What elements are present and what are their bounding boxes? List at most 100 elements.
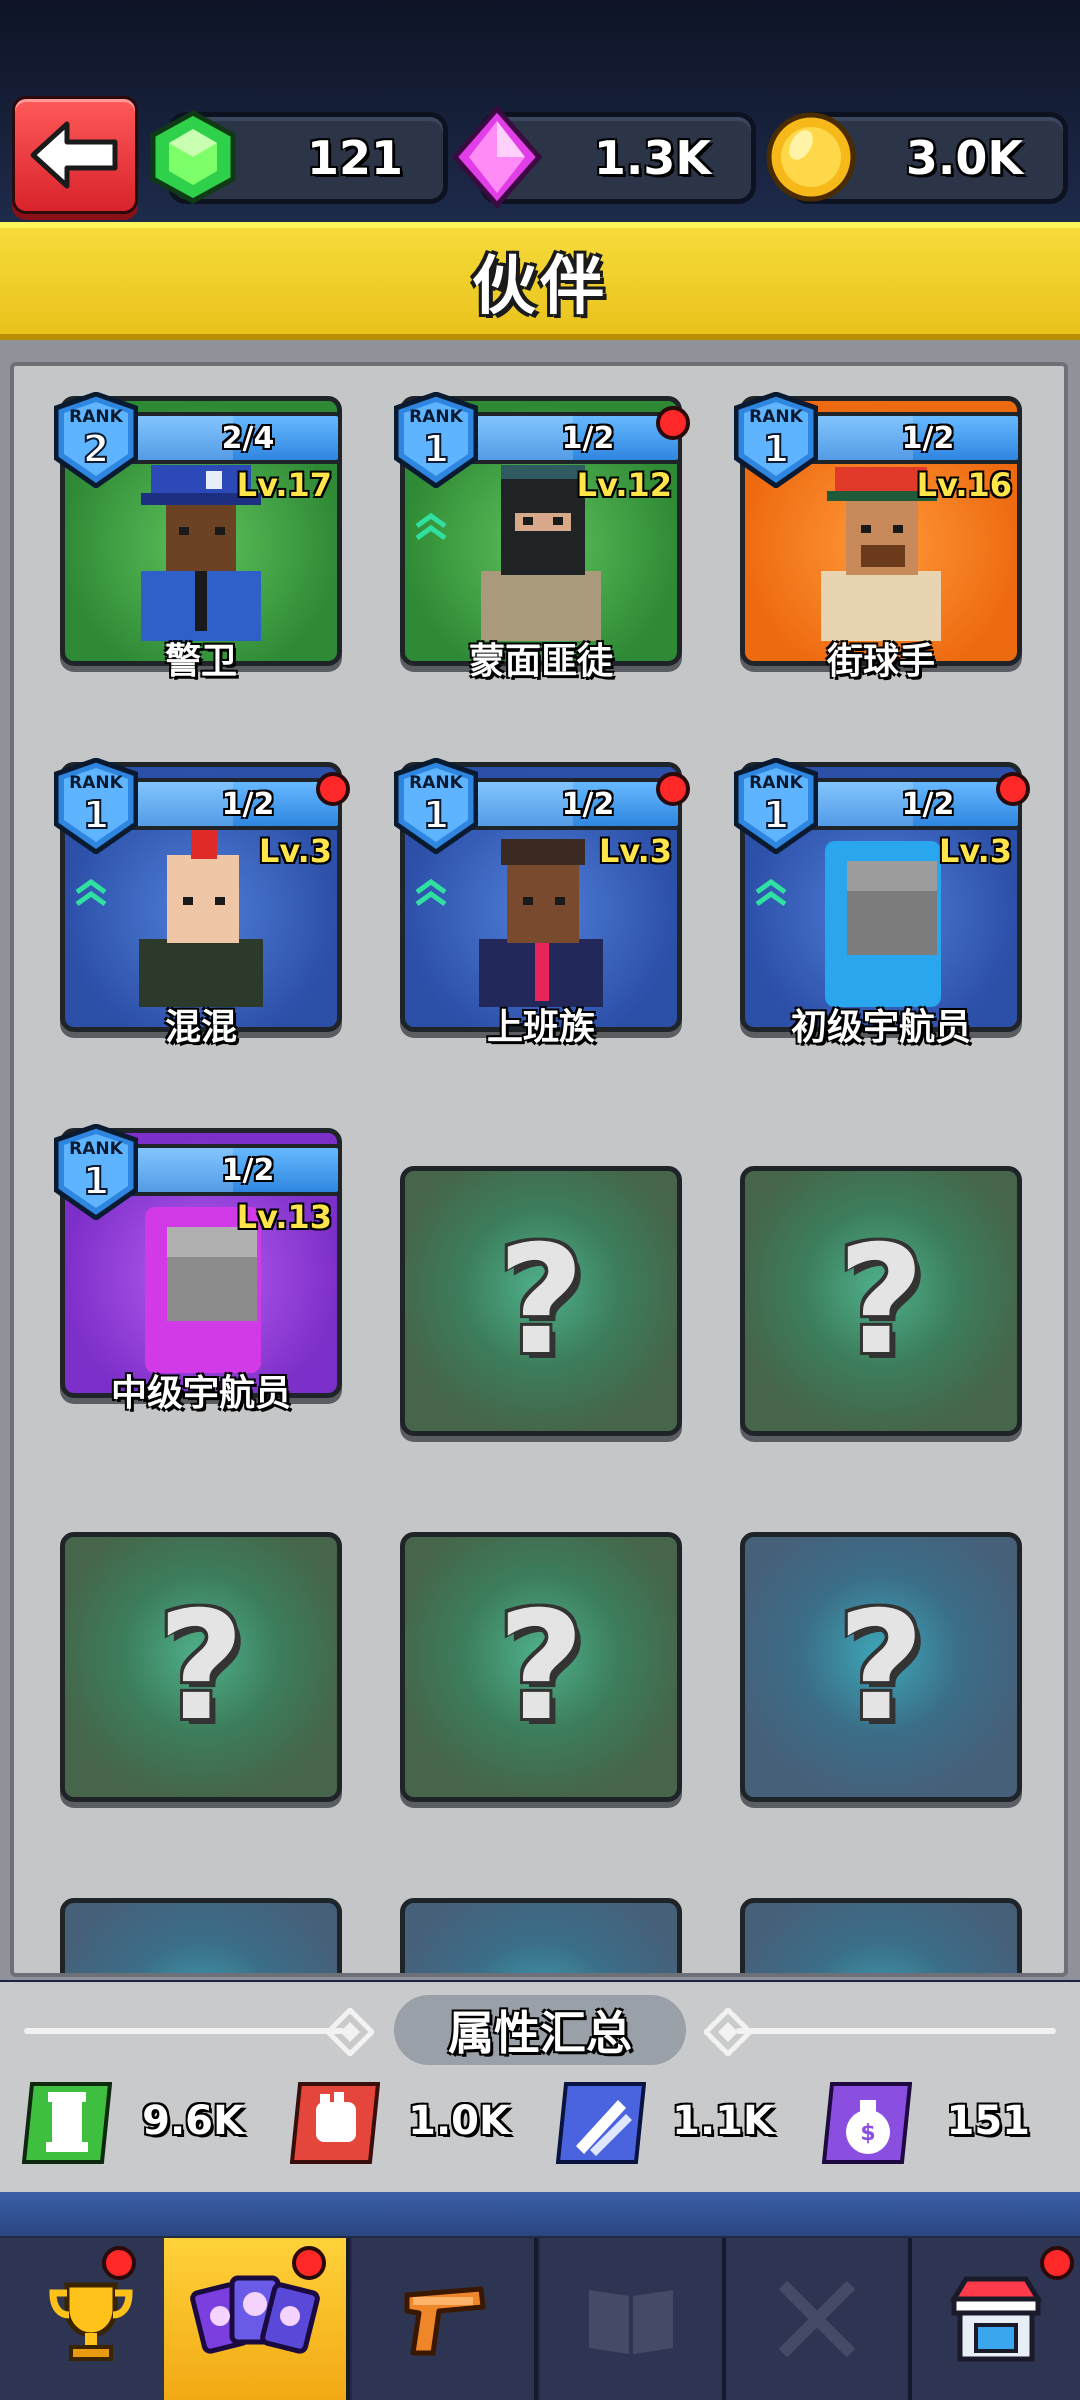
companion-level: Lv.13 <box>236 1198 332 1236</box>
page-title: 伙伴 <box>472 250 608 324</box>
rank-progress-text: 1/2 <box>901 420 955 456</box>
nav-strip <box>0 2192 1080 2236</box>
tab-battle[interactable] <box>726 2238 912 2400</box>
auto-missile-icon <box>556 2082 646 2164</box>
rank-progress-fill <box>128 1148 233 1192</box>
rank-label: RANK <box>69 1139 123 1159</box>
rank-label: RANK <box>69 773 123 793</box>
question-mark-icon: ? <box>497 1214 585 1388</box>
new-badge <box>996 772 1030 806</box>
companion-name: 警卫 <box>164 641 237 682</box>
new-badge <box>656 772 690 806</box>
question-mark-icon: ? <box>497 1580 585 1754</box>
companion-cards-icon <box>190 2275 320 2354</box>
gold-coin-icon <box>756 102 866 212</box>
locked-companion-card[interactable] <box>740 1898 1022 1973</box>
new-badge <box>316 772 350 806</box>
rank-label: RANK <box>749 773 803 793</box>
rank-number: 1 <box>423 427 449 471</box>
rank-label: RANK <box>69 407 123 427</box>
rank-progress-text: 1/2 <box>901 786 955 822</box>
crossed-swords-icon <box>778 2280 856 2358</box>
tower-icon <box>22 2082 112 2164</box>
locked-companion-card[interactable]: ? <box>740 1532 1022 1802</box>
companion-grid[interactable]: ? ? ? ? ? 2/4 RANK 2 Lv.17 警卫 1/2 RANK 1 Lv.12 蒙面… <box>10 362 1068 1977</box>
rank-progress-fill <box>808 782 913 826</box>
stat-value-defense: 9.6K <box>142 2098 244 2144</box>
rank-progress-bar: 1/2 <box>124 778 342 830</box>
rank-shield-icon: RANK1 <box>734 758 818 854</box>
divider-right <box>736 2028 1056 2034</box>
rank-number: 1 <box>83 793 109 837</box>
shop-badge <box>1040 2246 1074 2280</box>
rank-progress-bar: 1/2 <box>464 412 682 464</box>
rank-progress-bar: 1/2 <box>804 778 1022 830</box>
companions-badge <box>292 2246 326 2280</box>
divider-left <box>24 2028 344 2034</box>
rank-progress-text: 2/4 <box>221 420 275 456</box>
locked-companion-card[interactable] <box>400 1898 682 1973</box>
companion-level: Lv.3 <box>938 832 1012 870</box>
back-button[interactable] <box>12 96 138 214</box>
locked-companion-card[interactable]: ? <box>400 1532 682 1802</box>
back-arrow-icon <box>30 121 118 189</box>
summary-title-text: 属性汇总 <box>448 2006 632 2060</box>
rank-label: RANK <box>409 407 463 427</box>
rank-shield-icon: RANK1 <box>394 392 478 488</box>
tab-book[interactable] <box>540 2238 726 2400</box>
fist-icon <box>290 2082 380 2164</box>
upgrade-chevron-icon <box>755 878 787 907</box>
diamond-ornament-icon <box>326 2008 374 2056</box>
pistol-icon <box>404 2286 486 2356</box>
rank-progress-text: 1/2 <box>561 786 615 822</box>
rank-progress-fill <box>128 782 233 826</box>
new-badge <box>656 406 690 440</box>
rank-progress-bar: 1/2 <box>464 778 682 830</box>
money-bag-icon: $ <box>822 2082 912 2164</box>
title-band: 伙伴 <box>0 222 1080 340</box>
diamond-ornament-icon <box>704 2008 752 2056</box>
coin-count: 3.0K <box>905 131 1023 185</box>
locked-companion-card[interactable] <box>60 1898 342 1973</box>
green-gem-icon <box>138 102 248 212</box>
tab-leaderboard[interactable] <box>0 2238 186 2400</box>
tab-weapons[interactable] <box>352 2238 538 2400</box>
rank-progress-fill <box>468 782 573 826</box>
pink-crystal-icon <box>442 102 552 212</box>
gem-count: 121 <box>306 131 403 185</box>
trophy-icon <box>49 2282 133 2361</box>
companion-name: 上班族 <box>486 1007 595 1048</box>
rank-progress-fill <box>128 416 233 460</box>
rank-label: RANK <box>409 773 463 793</box>
companion-level: Lv.3 <box>258 832 332 870</box>
rank-progress-text: 1/2 <box>221 786 275 822</box>
rank-progress-bar: 1/2 <box>124 1144 342 1196</box>
stat-value-auto: 1.1K <box>672 2098 774 2144</box>
rank-shield-icon: RANK1 <box>734 392 818 488</box>
book-icon <box>589 2290 673 2354</box>
shop-icon <box>949 2276 1043 2362</box>
companion-name: 中级宇航员 <box>110 1373 291 1414</box>
question-mark-icon: ? <box>837 1580 925 1754</box>
rank-shield-icon: RANK2 <box>54 392 138 488</box>
locked-companion-card[interactable]: ? <box>400 1166 682 1436</box>
crystal-count: 1.3K <box>593 131 711 185</box>
companion-level: Lv.12 <box>576 466 672 504</box>
svg-text:$: $ <box>860 2121 875 2146</box>
stat-value-money: 151 <box>946 2098 1031 2144</box>
rank-progress-text: 1/2 <box>561 420 615 456</box>
companion-level: Lv.17 <box>236 466 332 504</box>
rank-progress-fill <box>808 416 913 460</box>
summary-title: 属性汇总 <box>394 1995 686 2065</box>
companion-level: Lv.16 <box>916 466 1012 504</box>
rank-label: RANK <box>749 407 803 427</box>
rank-progress-text: 1/2 <box>221 1152 275 1188</box>
companion-level: Lv.3 <box>598 832 672 870</box>
rank-number: 2 <box>83 427 109 471</box>
locked-companion-card[interactable]: ? <box>740 1166 1022 1436</box>
locked-companion-card[interactable]: ? <box>60 1532 342 1802</box>
rank-progress-bar: 2/4 <box>124 412 342 464</box>
rank-number: 1 <box>423 793 449 837</box>
rank-progress-fill <box>468 416 573 460</box>
rank-shield-icon: RANK1 <box>394 758 478 854</box>
